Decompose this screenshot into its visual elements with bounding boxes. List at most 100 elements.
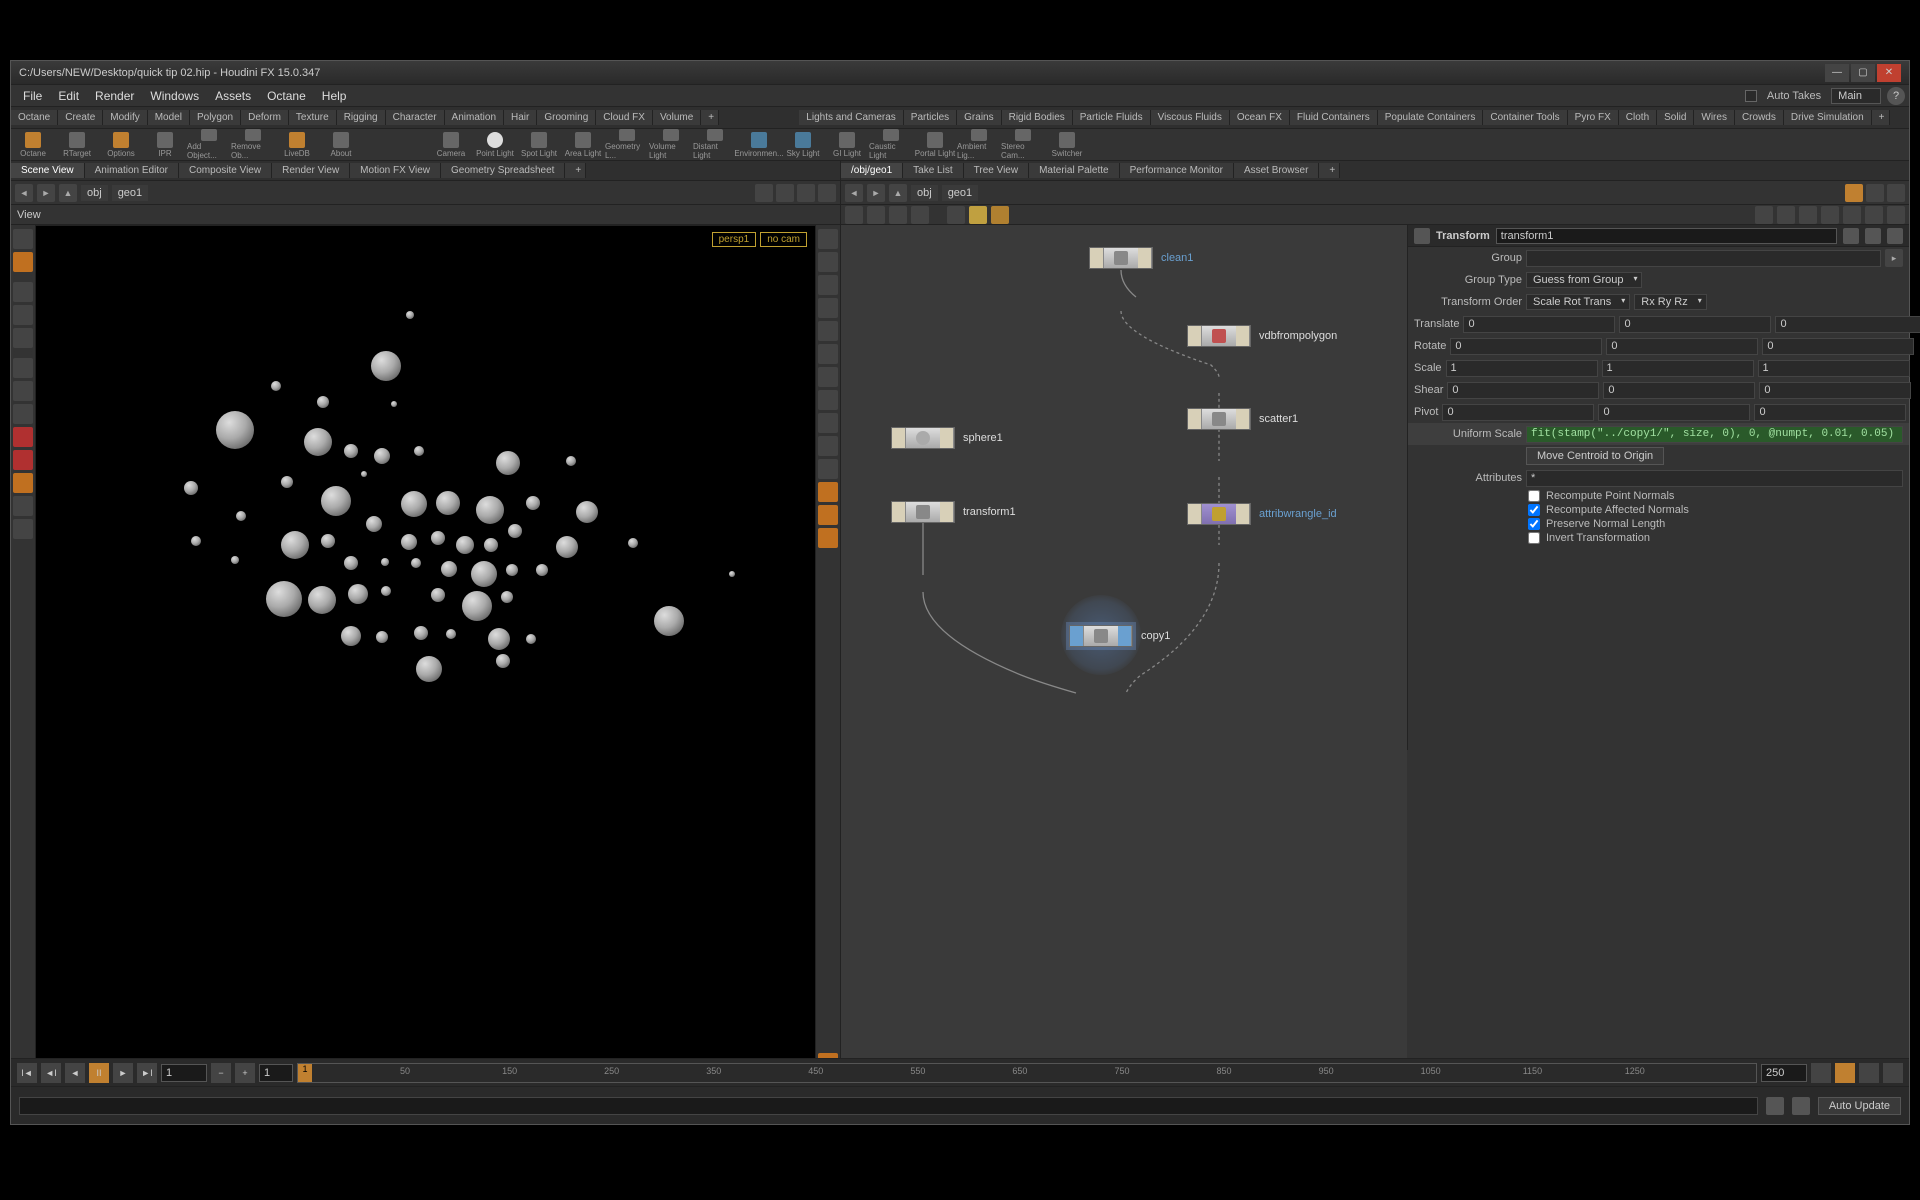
help-icon[interactable]: ? bbox=[1887, 87, 1905, 105]
pz-input[interactable] bbox=[1754, 404, 1906, 421]
light-tool-icon[interactable] bbox=[818, 252, 838, 272]
path-scope[interactable]: obj bbox=[81, 185, 108, 201]
shelf-tab[interactable]: Drive Simulation bbox=[1784, 110, 1872, 125]
grid-icon[interactable] bbox=[867, 206, 885, 224]
rail-ipr[interactable]: IPR bbox=[143, 129, 187, 160]
select-tool-icon[interactable] bbox=[13, 229, 33, 249]
path-scope[interactable]: obj bbox=[911, 185, 938, 201]
rail-stereocam[interactable]: Stereo Cam... bbox=[1001, 129, 1045, 160]
magnet-tool-icon[interactable] bbox=[13, 427, 33, 447]
shade-tool-icon[interactable] bbox=[818, 344, 838, 364]
flag-tool-icon[interactable] bbox=[818, 528, 838, 548]
take-dropdown[interactable]: Main bbox=[1831, 88, 1881, 104]
px-input[interactable] bbox=[1442, 404, 1594, 421]
shelf-tab[interactable]: Crowds bbox=[1735, 110, 1784, 125]
selection-tool-icon[interactable] bbox=[818, 505, 838, 525]
shelf-tab[interactable]: Solid bbox=[1657, 110, 1694, 125]
pin-icon[interactable] bbox=[1845, 184, 1863, 202]
nav-up-icon[interactable]: ▲ bbox=[59, 184, 77, 202]
move-tool-icon[interactable] bbox=[13, 282, 33, 302]
rail-gilight[interactable]: GI Light bbox=[825, 129, 869, 160]
path-node[interactable]: geo1 bbox=[942, 185, 978, 201]
maximize-button[interactable]: ▢ bbox=[1851, 64, 1875, 82]
help-icon[interactable] bbox=[1887, 228, 1903, 244]
split-icon[interactable] bbox=[776, 184, 794, 202]
auto-takes-checkbox[interactable] bbox=[1745, 90, 1757, 102]
tab-asset-browser[interactable]: Asset Browser bbox=[1234, 163, 1319, 178]
rail-addobject[interactable]: Add Object... bbox=[187, 129, 231, 160]
shelf-tab[interactable]: Viscous Fluids bbox=[1151, 110, 1230, 125]
group-input[interactable] bbox=[1526, 250, 1881, 267]
tab-geometry-spreadsheet[interactable]: Geometry Spreadsheet bbox=[441, 163, 565, 178]
py-input[interactable] bbox=[1598, 404, 1750, 421]
network-view[interactable]: clean1 vdbfrompolygon scatter1 sphere1 t… bbox=[841, 225, 1407, 1124]
last-frame-button[interactable]: ►I bbox=[137, 1063, 157, 1083]
audio-icon[interactable] bbox=[1859, 1063, 1879, 1083]
wireframe-tool-icon[interactable] bbox=[818, 367, 838, 387]
nav-back-icon[interactable]: ◄ bbox=[845, 184, 863, 202]
pin-tool-icon[interactable] bbox=[818, 298, 838, 318]
menu-icon[interactable] bbox=[818, 184, 836, 202]
cook-icon[interactable] bbox=[1792, 1097, 1810, 1115]
info-icon[interactable] bbox=[1865, 228, 1881, 244]
tx-input[interactable] bbox=[1463, 316, 1615, 333]
zoom-icon[interactable] bbox=[1865, 206, 1883, 224]
step-fwd-button[interactable]: ► bbox=[113, 1063, 133, 1083]
node-type-icon[interactable] bbox=[1414, 228, 1430, 244]
grouptype-dropdown[interactable]: Guess from Group bbox=[1526, 272, 1642, 288]
frame-inc-icon[interactable]: + bbox=[235, 1063, 255, 1083]
normals-tool-icon[interactable] bbox=[818, 436, 838, 456]
shelf-tab[interactable]: Pyro FX bbox=[1568, 110, 1619, 125]
scale-tool-icon[interactable] bbox=[13, 328, 33, 348]
rail-volumelight[interactable]: Volume Light bbox=[649, 129, 693, 160]
rail-removeobject[interactable]: Remove Ob... bbox=[231, 129, 275, 160]
list-icon[interactable] bbox=[845, 206, 863, 224]
close-button[interactable]: ✕ bbox=[1877, 64, 1901, 82]
rail-switcher[interactable]: Switcher bbox=[1045, 129, 1089, 160]
tab-animation-editor[interactable]: Animation Editor bbox=[85, 163, 179, 178]
tab-tree-view[interactable]: Tree View bbox=[964, 163, 1029, 178]
rail-envlight[interactable]: Environmen... bbox=[737, 129, 781, 160]
cup-tool-icon[interactable] bbox=[13, 519, 33, 539]
node-transform1[interactable]: transform1 bbox=[891, 501, 1016, 523]
rail-about[interactable]: About bbox=[319, 129, 363, 160]
node-attribwrangle[interactable]: attribwrangle_id bbox=[1187, 503, 1337, 525]
timeline-ruler[interactable]: 1 50 150 250 350 450 550 650 750 850 950… bbox=[297, 1063, 1757, 1083]
camera-tool-icon[interactable] bbox=[818, 229, 838, 249]
hud-cam[interactable]: no cam bbox=[760, 232, 807, 247]
shelf-tab[interactable]: Wires bbox=[1694, 110, 1735, 125]
rail-rtarget[interactable]: RTarget bbox=[55, 129, 99, 160]
ty-input[interactable] bbox=[1619, 316, 1771, 333]
recompute-affected-checkbox[interactable] bbox=[1528, 504, 1540, 516]
rail-distantlight[interactable]: Distant Light bbox=[693, 129, 737, 160]
shelf-tab[interactable]: Ocean FX bbox=[1230, 110, 1290, 125]
frame-dec-icon[interactable]: − bbox=[211, 1063, 231, 1083]
rail-spotlight[interactable]: Spot Light bbox=[517, 129, 561, 160]
cache-icon[interactable] bbox=[1766, 1097, 1784, 1115]
deps-icon[interactable] bbox=[1777, 206, 1795, 224]
rail-causticlight[interactable]: Caustic Light bbox=[869, 129, 913, 160]
shelf-tab[interactable]: Cloth bbox=[1619, 110, 1657, 125]
realtime-toggle[interactable] bbox=[1835, 1063, 1855, 1083]
nav-fwd-icon[interactable]: ► bbox=[37, 184, 55, 202]
rail-ambientlight[interactable]: Ambient Lig... bbox=[957, 129, 1001, 160]
node-copy1[interactable]: copy1 bbox=[1069, 625, 1170, 647]
rorder-dropdown[interactable]: Rx Ry Rz bbox=[1634, 294, 1706, 310]
play-button[interactable]: II bbox=[89, 1063, 109, 1083]
curve-tool-icon[interactable] bbox=[13, 358, 33, 378]
nav-up-icon[interactable]: ▲ bbox=[889, 184, 907, 202]
menu-windows[interactable]: Windows bbox=[142, 87, 207, 105]
rail-camera[interactable]: Camera bbox=[429, 129, 473, 160]
shelf-tab[interactable]: Grains bbox=[957, 110, 1001, 125]
shy-input[interactable] bbox=[1603, 382, 1755, 399]
menu-octane[interactable]: Octane bbox=[259, 87, 314, 105]
shelf-tab[interactable]: Model bbox=[148, 110, 190, 125]
brush-tool-icon[interactable] bbox=[13, 381, 33, 401]
ry-input[interactable] bbox=[1606, 338, 1758, 355]
xorder-dropdown[interactable]: Scale Rot Trans bbox=[1526, 294, 1630, 310]
wire-style-icon[interactable] bbox=[1755, 206, 1773, 224]
tab-render-view[interactable]: Render View bbox=[272, 163, 350, 178]
node-scatter1[interactable]: scatter1 bbox=[1187, 408, 1298, 430]
construction-plane-icon[interactable] bbox=[13, 473, 33, 493]
shelf-add-icon[interactable]: + bbox=[701, 110, 719, 125]
